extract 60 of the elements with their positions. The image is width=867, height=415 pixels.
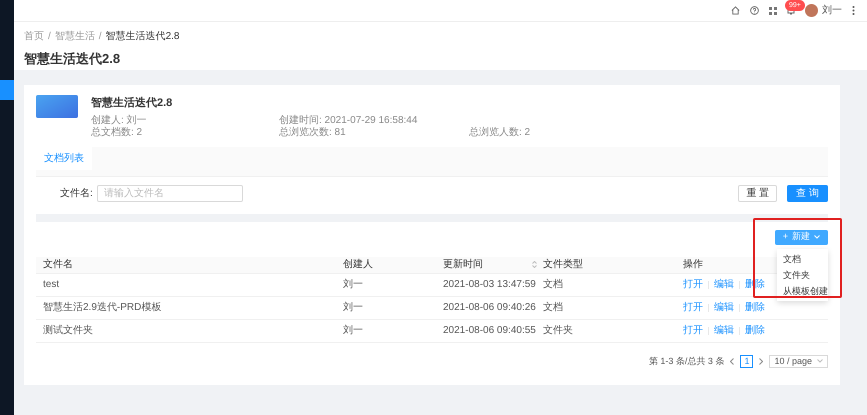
action-link[interactable]: 打开 <box>683 277 703 292</box>
help-icon[interactable] <box>750 6 759 15</box>
table-cell: test <box>43 279 60 290</box>
project-meta: 总浏览人数: 2 <box>469 126 532 138</box>
column-header: 操作 <box>683 258 703 272</box>
table-cell: 2021-08-06 09:40:55 <box>443 325 536 336</box>
table-cell: 刘一 <box>343 302 363 313</box>
project-meta: 总浏览次数: 81 <box>279 126 347 138</box>
table-cell: 文件夹 <box>543 325 573 336</box>
action-link[interactable]: 编辑 <box>714 300 734 315</box>
table-cell: 刘一 <box>343 325 363 336</box>
next-page-icon[interactable] <box>759 358 764 365</box>
avatar[interactable] <box>805 4 818 17</box>
project-meta: 总文档数: 2 <box>91 126 144 138</box>
search-button[interactable]: 查 询 <box>787 184 828 202</box>
project-meta: 创建时间: 2021-07-29 16:58:44 <box>279 114 418 126</box>
table-cell: 2021-08-06 09:40:26 <box>443 302 536 313</box>
column-header: 创建人 <box>343 258 373 272</box>
cover-image <box>36 95 78 118</box>
table-cell: 文档 <box>543 279 563 290</box>
action-link[interactable]: 打开 <box>683 323 703 338</box>
menu-item[interactable]: 文档 <box>777 250 828 266</box>
column-header: 更新时间 <box>443 258 483 272</box>
page-size-select[interactable]: 10 / page <box>769 354 828 368</box>
breadcrumb-item[interactable]: 首页 <box>24 29 44 44</box>
more-icon[interactable] <box>852 6 855 15</box>
action-link[interactable]: 删除 <box>745 323 765 338</box>
chevron-down-icon <box>817 359 823 364</box>
menu-item[interactable]: 文件夹 <box>777 266 828 282</box>
breadcrumb-item[interactable]: 智慧生活 <box>54 29 95 44</box>
table-cell: 智慧生活2.9迭代-PRD模板 <box>43 302 162 313</box>
action-link[interactable]: 打开 <box>683 300 703 315</box>
grid-icon[interactable] <box>769 6 777 14</box>
caret-icon <box>814 235 820 239</box>
filter-label: 文件名: <box>60 186 93 200</box>
table-cell: 文档 <box>543 302 563 313</box>
page-title: 智慧生活迭代2.8 <box>24 50 122 68</box>
new-button[interactable]: + 新建 <box>774 230 828 244</box>
file-name-input[interactable]: 请输入文件名 <box>96 184 243 202</box>
menu-item[interactable]: 从模板创建 <box>777 282 828 298</box>
column-header: 文件名 <box>43 258 73 272</box>
previous-page-icon[interactable] <box>730 358 734 365</box>
table-cell: 刘一 <box>343 279 363 290</box>
page-number[interactable]: 1 <box>740 354 754 368</box>
user-name[interactable]: 刘一 <box>822 3 842 18</box>
breadcrumb-item: 智慧生活迭代2.8 <box>106 30 180 44</box>
action-link[interactable]: 编辑 <box>714 277 734 292</box>
breadcrumb-separator: / <box>48 30 51 44</box>
column-header: 文件类型 <box>543 258 583 272</box>
breadcrumb-separator: / <box>98 30 102 44</box>
home-icon[interactable] <box>731 6 740 15</box>
table-cell: 2021-08-03 13:47:59 <box>443 279 536 290</box>
table-cell: 测试文件夹 <box>43 325 93 336</box>
project-meta: 创建人: 刘一 <box>91 114 148 126</box>
project-title: 智慧生活迭代2.8 <box>91 96 174 111</box>
action-link[interactable]: 删除 <box>745 300 765 315</box>
tab[interactable]: 文档列表 <box>36 146 92 170</box>
reset-button[interactable]: 重 置 <box>738 184 778 202</box>
action-link[interactable]: 编辑 <box>714 323 734 338</box>
pagination-summary: 第 1-3 条/总共 3 条 <box>648 354 724 368</box>
